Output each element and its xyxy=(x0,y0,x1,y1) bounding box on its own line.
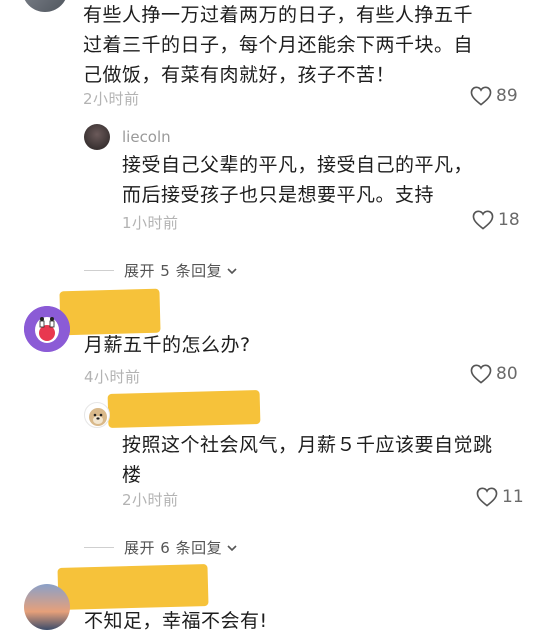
divider xyxy=(84,270,114,271)
like-count: 89 xyxy=(496,86,518,106)
reply-time: 2小时前 xyxy=(122,491,179,509)
reply-line: 按照这个社会风气，月薪５千应该要自觉跳 xyxy=(122,434,493,456)
reply-username[interactable]: liecoln xyxy=(122,128,171,146)
avatar[interactable] xyxy=(24,306,70,352)
comment-text: 有些人挣一万过着两万的日子，有些人挣五千 过着三千的日子，每个月还能余下两千块。… xyxy=(83,0,473,90)
redacted-username xyxy=(57,564,209,610)
heart-icon xyxy=(470,86,492,106)
expand-label: 展开 6 条回复 xyxy=(124,539,223,557)
comment-time: 4小时前 xyxy=(84,368,141,386)
comment-line: 有些人挣一万过着两万的日子，有些人挣五千 xyxy=(83,4,474,26)
avatar[interactable] xyxy=(24,584,70,630)
comment-line: 过着三千的日子，每个月还能余下两千块。自 xyxy=(83,34,474,56)
like-button[interactable]: 80 xyxy=(470,364,518,384)
avatar[interactable] xyxy=(84,124,110,150)
divider xyxy=(84,547,114,548)
chevron-down-icon xyxy=(227,267,237,274)
heart-icon xyxy=(470,364,492,384)
like-count: 80 xyxy=(496,364,518,384)
reply-time: 1小时前 xyxy=(122,214,179,232)
like-button[interactable]: 18 xyxy=(472,210,520,230)
comment-text: 月薪五千的怎么办? xyxy=(84,330,251,360)
like-button[interactable]: 89 xyxy=(470,86,518,106)
expand-replies-button[interactable]: 展开 5 条回复 xyxy=(84,260,239,281)
comment-line: 己做饭，有菜有肉就好，孩子不苦！ xyxy=(83,64,396,86)
reply-line: 接受自己父辈的平凡，接受自己的平凡， xyxy=(122,154,474,176)
heart-icon xyxy=(472,210,494,230)
expand-label: 展开 5 条回复 xyxy=(124,262,223,280)
like-button[interactable]: 11 xyxy=(476,487,524,507)
reply-text: 按照这个社会风气，月薪５千应该要自觉跳 楼 xyxy=(122,430,493,490)
comment-line: 不知足，幸福不会有! xyxy=(84,610,268,632)
dog-avatar-icon xyxy=(89,408,107,426)
redacted-username xyxy=(59,288,161,336)
avatar[interactable] xyxy=(22,0,68,12)
like-count: 18 xyxy=(498,210,520,230)
comment-time: 2小时前 xyxy=(83,90,140,108)
chevron-down-icon xyxy=(227,544,237,551)
comment-text: 不知足，幸福不会有! xyxy=(84,606,268,636)
redacted-username xyxy=(107,390,261,428)
comment-line: 月薪五千的怎么办? xyxy=(84,334,251,356)
like-count: 11 xyxy=(502,487,524,507)
cartoon-avatar-icon xyxy=(24,306,70,352)
heart-icon xyxy=(476,487,498,507)
reply-line: 而后接受孩子也只是想要平凡。支持 xyxy=(122,184,435,206)
reply-text: 接受自己父辈的平凡，接受自己的平凡， 而后接受孩子也只是想要平凡。支持 xyxy=(122,150,473,210)
expand-replies-button[interactable]: 展开 6 条回复 xyxy=(84,537,239,558)
reply-line: 楼 xyxy=(122,464,142,486)
avatar[interactable] xyxy=(84,402,110,428)
